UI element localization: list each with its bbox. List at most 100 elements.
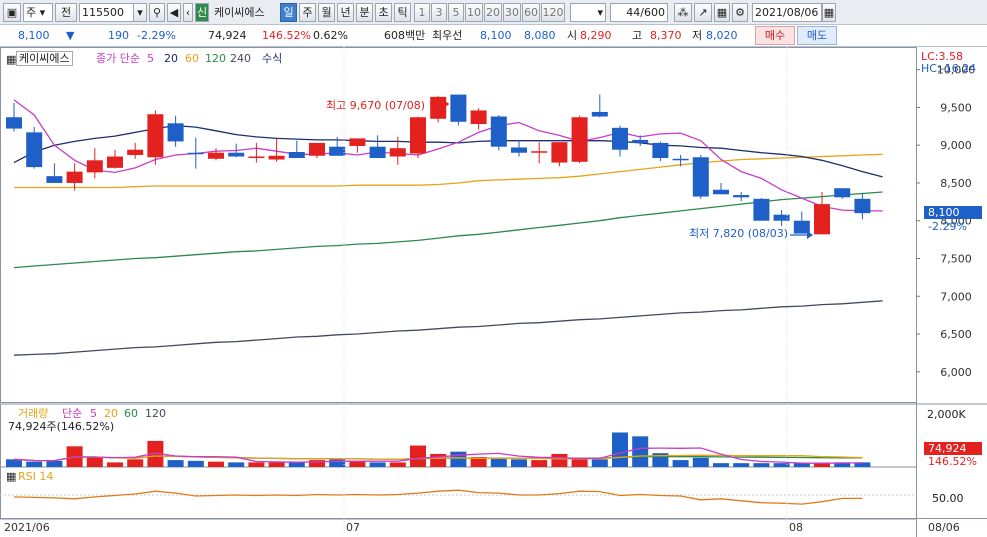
period-button-4[interactable]: 분 [356,3,373,22]
count-button-20[interactable]: 20 [484,3,502,22]
sell-button[interactable]: 매도 [797,26,837,45]
volume-bar [248,462,265,467]
candle-body [329,146,346,156]
volume-bar [490,458,507,467]
period-button-6[interactable]: 틱 [394,3,411,22]
turnover-pct: 0.62% [313,29,348,42]
chevron-down-icon: ▾ [597,6,603,19]
volume-bar [551,453,568,467]
last-pct-label: -2.29% [928,220,967,233]
chevron-down-icon: ▾ [39,6,46,19]
bar-count-field[interactable]: 44/600 [610,3,668,22]
volume-bar [268,462,285,467]
legend-ma-text: 종가 단순 [96,52,140,65]
period-button-1[interactable]: 주 [299,3,316,22]
volume-value: 74,924 [208,29,247,42]
volume-value-tag: 74,924 [924,442,982,455]
buy-button[interactable]: 매수 [755,26,795,45]
trade-amount: 608백만 [384,29,426,42]
candle-body [814,204,830,235]
candle-body [208,152,224,159]
count-button-3[interactable]: 3 [431,3,447,22]
period-button-0[interactable]: 일 [280,3,297,22]
change-value: 190 [108,29,129,42]
period-button-3[interactable]: 년 [337,3,354,22]
search-icon[interactable]: ⚲ [149,3,165,22]
candle-body [591,111,608,117]
chart-type-icon[interactable]: ⁂ [674,3,692,22]
candle-body [228,152,245,157]
market-value: 주 [26,6,37,19]
count-button-10[interactable]: 10 [465,3,483,22]
period-button-5[interactable]: 초 [375,3,392,22]
candle-body [107,156,123,168]
candle-body [268,155,285,160]
last-price-tag: 8,100 [924,206,982,219]
period-button-2[interactable]: 월 [318,3,335,22]
open-price: 8,290 [580,29,612,42]
volume-ma20: 20 [104,407,118,420]
volume-bar [713,463,729,467]
price-tick-label: 6,500 [940,328,972,341]
volume-bar [349,461,366,467]
count-button-60[interactable]: 60 [522,3,540,22]
candle-body [6,117,22,129]
open-label: 시 [567,29,578,42]
ask-price: 8,100 [480,29,512,42]
price-tick-label: 6,000 [940,366,972,379]
hc-indicator: HC:-16.24 [921,62,977,75]
legend-stock-name[interactable]: 케이씨에스 [16,51,73,66]
volume-bar [612,432,628,467]
volume-bar [329,459,346,467]
candle-body [470,110,487,125]
candle-body [490,116,507,147]
low-annotation: 최저 7,820 (08/03) [689,227,789,240]
candle-body [733,195,750,198]
candle-body [26,132,43,168]
volume-title: 거래량 [18,407,49,420]
candle-body [86,160,103,173]
save-icon[interactable]: ▦ [714,3,730,22]
market-select[interactable]: 주 ▾ [23,3,53,22]
prev-stock-icon[interactable]: ‹ [183,3,193,22]
window-menu-icon[interactable]: ▣ [3,3,21,22]
gear-icon[interactable]: ⚙ [732,3,748,22]
volume-bar [430,453,447,467]
volume-bar [692,457,709,467]
count-button-5[interactable]: 5 [448,3,464,22]
stock-chart[interactable]: 10,0009,5009,0008,5008,0007,5007,0006,50… [0,47,987,537]
legend-ma5: 5 [147,52,154,65]
draw-tool-icon[interactable]: ↗ [694,3,712,22]
date-field[interactable]: 2021/08/06 [752,3,822,22]
price-tick-label: 8,500 [940,177,972,190]
bid-price: 8,080 [524,29,556,42]
count-button-1[interactable]: 1 [414,3,430,22]
current-price: 8,100 [18,29,50,42]
count-button-120[interactable]: 120 [541,3,565,22]
code-dropdown-icon[interactable]: ▾ [133,3,147,22]
calendar-icon[interactable]: ▦ [822,3,836,22]
candle-body [389,148,406,157]
date-label-aug: 08 [789,521,803,534]
extra-select[interactable]: ▾ [570,3,606,22]
legend-formula: 수식 [262,52,283,65]
code-input[interactable]: 115500 [79,3,135,22]
candle-body [309,142,325,156]
low-price: 8,020 [706,29,738,42]
volume-bar [127,459,144,467]
volume-bar [450,451,467,467]
high-annotation: 최고 9,670 (07/08) [326,99,426,112]
speaker-icon[interactable]: ◀ [167,3,181,22]
volume-bar [511,459,527,467]
settings-icon[interactable]: ▦ [6,53,16,66]
legend-ma60: 60 [185,52,199,65]
count-button-30[interactable]: 30 [503,3,521,22]
volume-bar [208,461,224,467]
volume-bar [46,460,63,467]
volume-bar [733,463,750,467]
stock-name: 케이씨에스 [211,3,277,22]
jeon-button[interactable]: 전 [55,3,77,22]
change-pct: -2.29% [137,29,176,42]
price-tick-label: 9,000 [940,139,972,152]
rsi-settings-icon[interactable]: ▦ [6,470,16,483]
